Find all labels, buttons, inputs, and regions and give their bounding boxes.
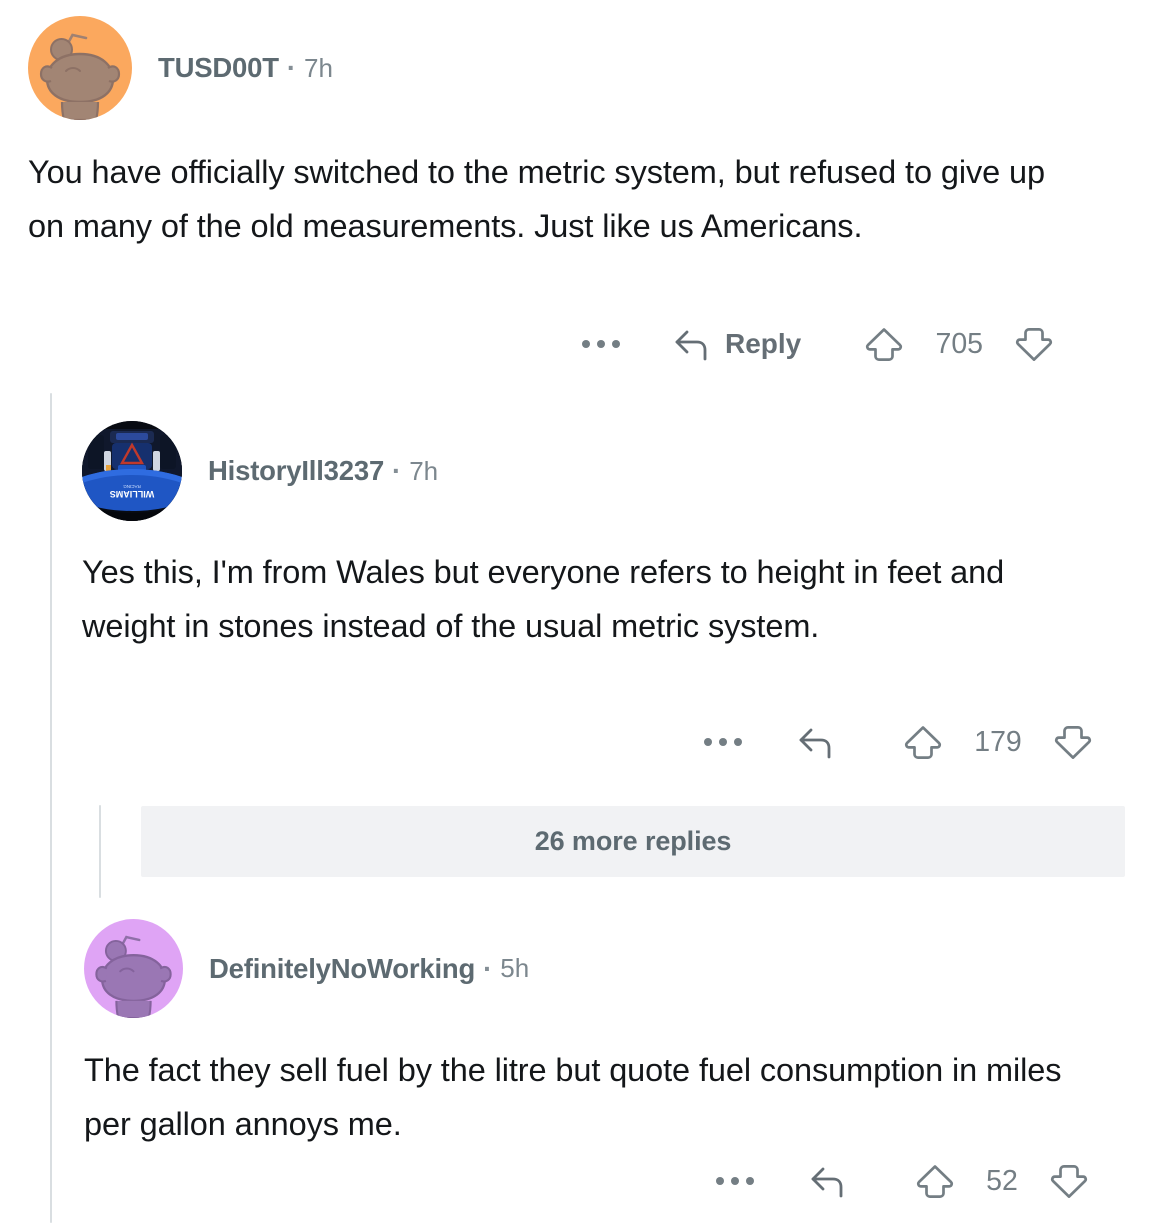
snoo-avatar-purple[interactable]	[84, 919, 183, 1018]
comment-3-header: DefinitelyNoWorking · 5h	[84, 919, 1144, 1018]
reply-arrow-icon	[811, 1167, 843, 1198]
more-options-icon-dot	[582, 340, 590, 348]
comment-2-downvote-button[interactable]	[1052, 721, 1094, 763]
comment-2-upvote-button[interactable]	[902, 721, 944, 763]
comment-3-more-options-button[interactable]	[712, 1158, 758, 1204]
comment-2-separator: ·	[392, 455, 402, 486]
comment-2-timestamp: 7h	[409, 455, 439, 486]
more-replies-button[interactable]: 26 more replies	[141, 806, 1125, 877]
svg-text:WILLIAMS: WILLIAMS	[110, 489, 155, 499]
snoo-icon	[95, 935, 172, 1018]
comment-3-body: The fact they sell fuel by the litre but…	[84, 1052, 1062, 1142]
comment-3-score: 52	[986, 1164, 1018, 1197]
more-options-icon-dot	[716, 1177, 724, 1185]
comment-1-username[interactable]: TUSD00T	[158, 52, 279, 84]
comment-3-reply-button[interactable]	[806, 1160, 848, 1202]
comment-1-body: You have officially switched to the metr…	[28, 154, 1045, 244]
downvote-arrow-icon	[1050, 1165, 1088, 1198]
more-replies-label: 26 more replies	[534, 826, 732, 856]
thread-line-depth-1[interactable]	[50, 393, 52, 1223]
comment-2-body: Yes this, I'm from Wales but everyone re…	[82, 554, 1005, 644]
comment-1-separator: ·	[286, 52, 297, 83]
thread-line-depth-2[interactable]	[99, 805, 101, 898]
snoo-avatar-orange[interactable]	[28, 16, 132, 120]
comment-3-separator: ·	[483, 952, 493, 984]
comment-3-username[interactable]: DefinitelyNoWorking	[209, 953, 475, 985]
more-options-icon-dot	[731, 1177, 739, 1185]
comment-2-reply-button[interactable]	[794, 721, 836, 763]
comment-1-score: 705	[935, 327, 984, 360]
reply-arrow-icon	[675, 330, 707, 361]
comment-1-downvote-button[interactable]	[1013, 323, 1055, 365]
comment-3-timestamp: 5h	[500, 953, 530, 983]
downvote-arrow-icon	[1054, 726, 1092, 759]
more-options-icon-dot	[746, 1177, 754, 1185]
more-options-icon-dot	[704, 738, 712, 746]
more-options-icon-dot	[597, 340, 605, 348]
upvote-arrow-icon	[866, 328, 903, 361]
downvote-arrow-icon	[1016, 328, 1053, 361]
comment-1-header: TUSD00T · 7h	[28, 16, 1148, 120]
comment-1-reply-label: Reply	[725, 328, 802, 359]
comment-2-score: 179	[974, 725, 1022, 758]
more-options-icon-dot	[734, 738, 742, 746]
comment-2-more-options-button[interactable]	[700, 719, 746, 765]
comment-3-upvote-button[interactable]	[914, 1160, 956, 1202]
svg-text:RACING: RACING	[123, 484, 141, 489]
comment-1-reply-button[interactable]: Reply	[670, 323, 801, 365]
comment-1-action-bar: Reply 705	[578, 320, 1055, 368]
comment-2-action-bar: 179	[700, 718, 1094, 766]
comment-2-username[interactable]: HistoryIll3237	[208, 455, 384, 487]
f1-car-icon: WILLIAMS RACING	[82, 421, 182, 521]
comment-1-timestamp: 7h	[304, 52, 333, 83]
upvote-arrow-icon	[904, 726, 942, 759]
comment-1-more-options-button[interactable]	[578, 321, 624, 367]
more-options-icon-dot	[719, 738, 727, 746]
comment-2: WILLIAMS RACING HistoryIll3237 · 7h Yes …	[82, 421, 1142, 653]
upvote-arrow-icon	[916, 1165, 954, 1198]
comment-3-downvote-button[interactable]	[1048, 1160, 1090, 1202]
comment-1-upvote-button[interactable]	[863, 323, 905, 365]
reddit-comment-thread: TUSD00T · 7h You have officially switche…	[0, 0, 1170, 1223]
comment-3: DefinitelyNoWorking · 5h The fact they s…	[84, 919, 1144, 1151]
comment-3-action-bar: 52	[712, 1157, 1090, 1205]
comment-1: TUSD00T · 7h You have officially switche…	[28, 16, 1148, 253]
reply-arrow-icon	[799, 728, 831, 759]
snoo-icon	[39, 33, 121, 120]
f1-car-avatar[interactable]: WILLIAMS RACING	[82, 421, 182, 521]
more-options-icon-dot	[612, 340, 620, 348]
comment-2-header: WILLIAMS RACING HistoryIll3237 · 7h	[82, 421, 1142, 521]
